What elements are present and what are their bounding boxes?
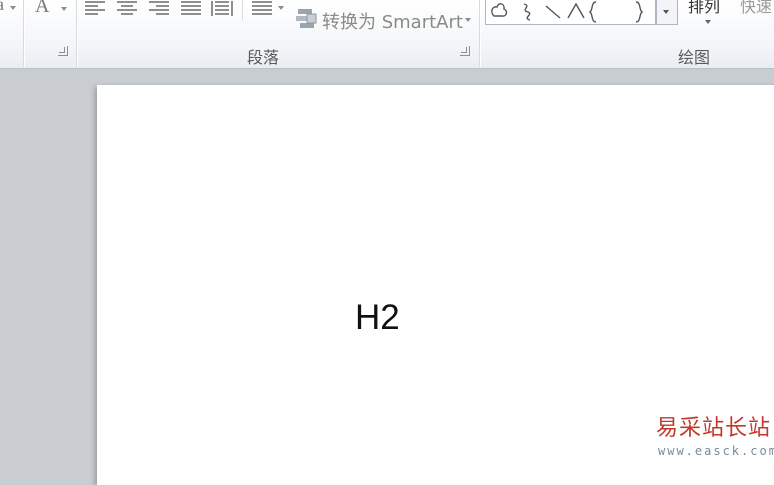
chevron-down-icon[interactable]	[278, 6, 284, 10]
angle-shape-icon	[567, 2, 585, 19]
divider	[23, 0, 24, 67]
smartart-label: 转换为 SmartArt	[322, 12, 463, 33]
ribbon: a A	[0, 0, 774, 69]
quick-styles-button[interactable]: 快速	[740, 0, 772, 17]
document-text[interactable]: H2	[355, 298, 400, 338]
smartart-icon	[294, 8, 318, 30]
shapes-gallery[interactable]	[485, 0, 656, 25]
watermark-site-name: 易采站长站	[656, 416, 772, 441]
chevron-down-icon	[663, 10, 669, 14]
chevron-down-icon	[465, 18, 471, 22]
line-shape-icon	[545, 5, 561, 19]
shapes-gallery-icons	[491, 1, 644, 23]
freeform-shape-icon	[523, 3, 531, 21]
gallery-more-button[interactable]	[656, 0, 678, 25]
font-dialog-launcher-icon[interactable]	[58, 46, 68, 56]
distributed-icon[interactable]	[211, 0, 233, 18]
chevron-down-icon[interactable]	[61, 7, 67, 11]
divider	[242, 0, 243, 20]
align-left-icon[interactable]	[84, 0, 106, 18]
align-right-icon[interactable]	[148, 0, 170, 18]
divider	[76, 0, 77, 67]
columns-icon[interactable]	[251, 0, 273, 18]
watermark-url: www.easck.com	[658, 444, 774, 458]
right-brace-icon	[635, 1, 644, 23]
paragraph-dialog-launcher-icon[interactable]	[460, 46, 470, 56]
divider	[479, 0, 480, 67]
chevron-down-icon[interactable]	[10, 6, 16, 10]
justify-icon[interactable]	[180, 0, 202, 18]
font-color-button[interactable]: A	[35, 0, 49, 18]
cloud-shape-icon	[491, 3, 508, 17]
chevron-down-icon[interactable]	[705, 20, 711, 24]
arrange-button[interactable]: 排列	[688, 0, 720, 17]
left-brace-icon	[588, 1, 597, 23]
drawing-group-label: 绘图	[678, 48, 711, 67]
font-size-partial-glyph[interactable]: a	[0, 0, 4, 15]
paragraph-group-label: 段落	[247, 48, 280, 67]
align-center-icon[interactable]	[116, 0, 138, 18]
